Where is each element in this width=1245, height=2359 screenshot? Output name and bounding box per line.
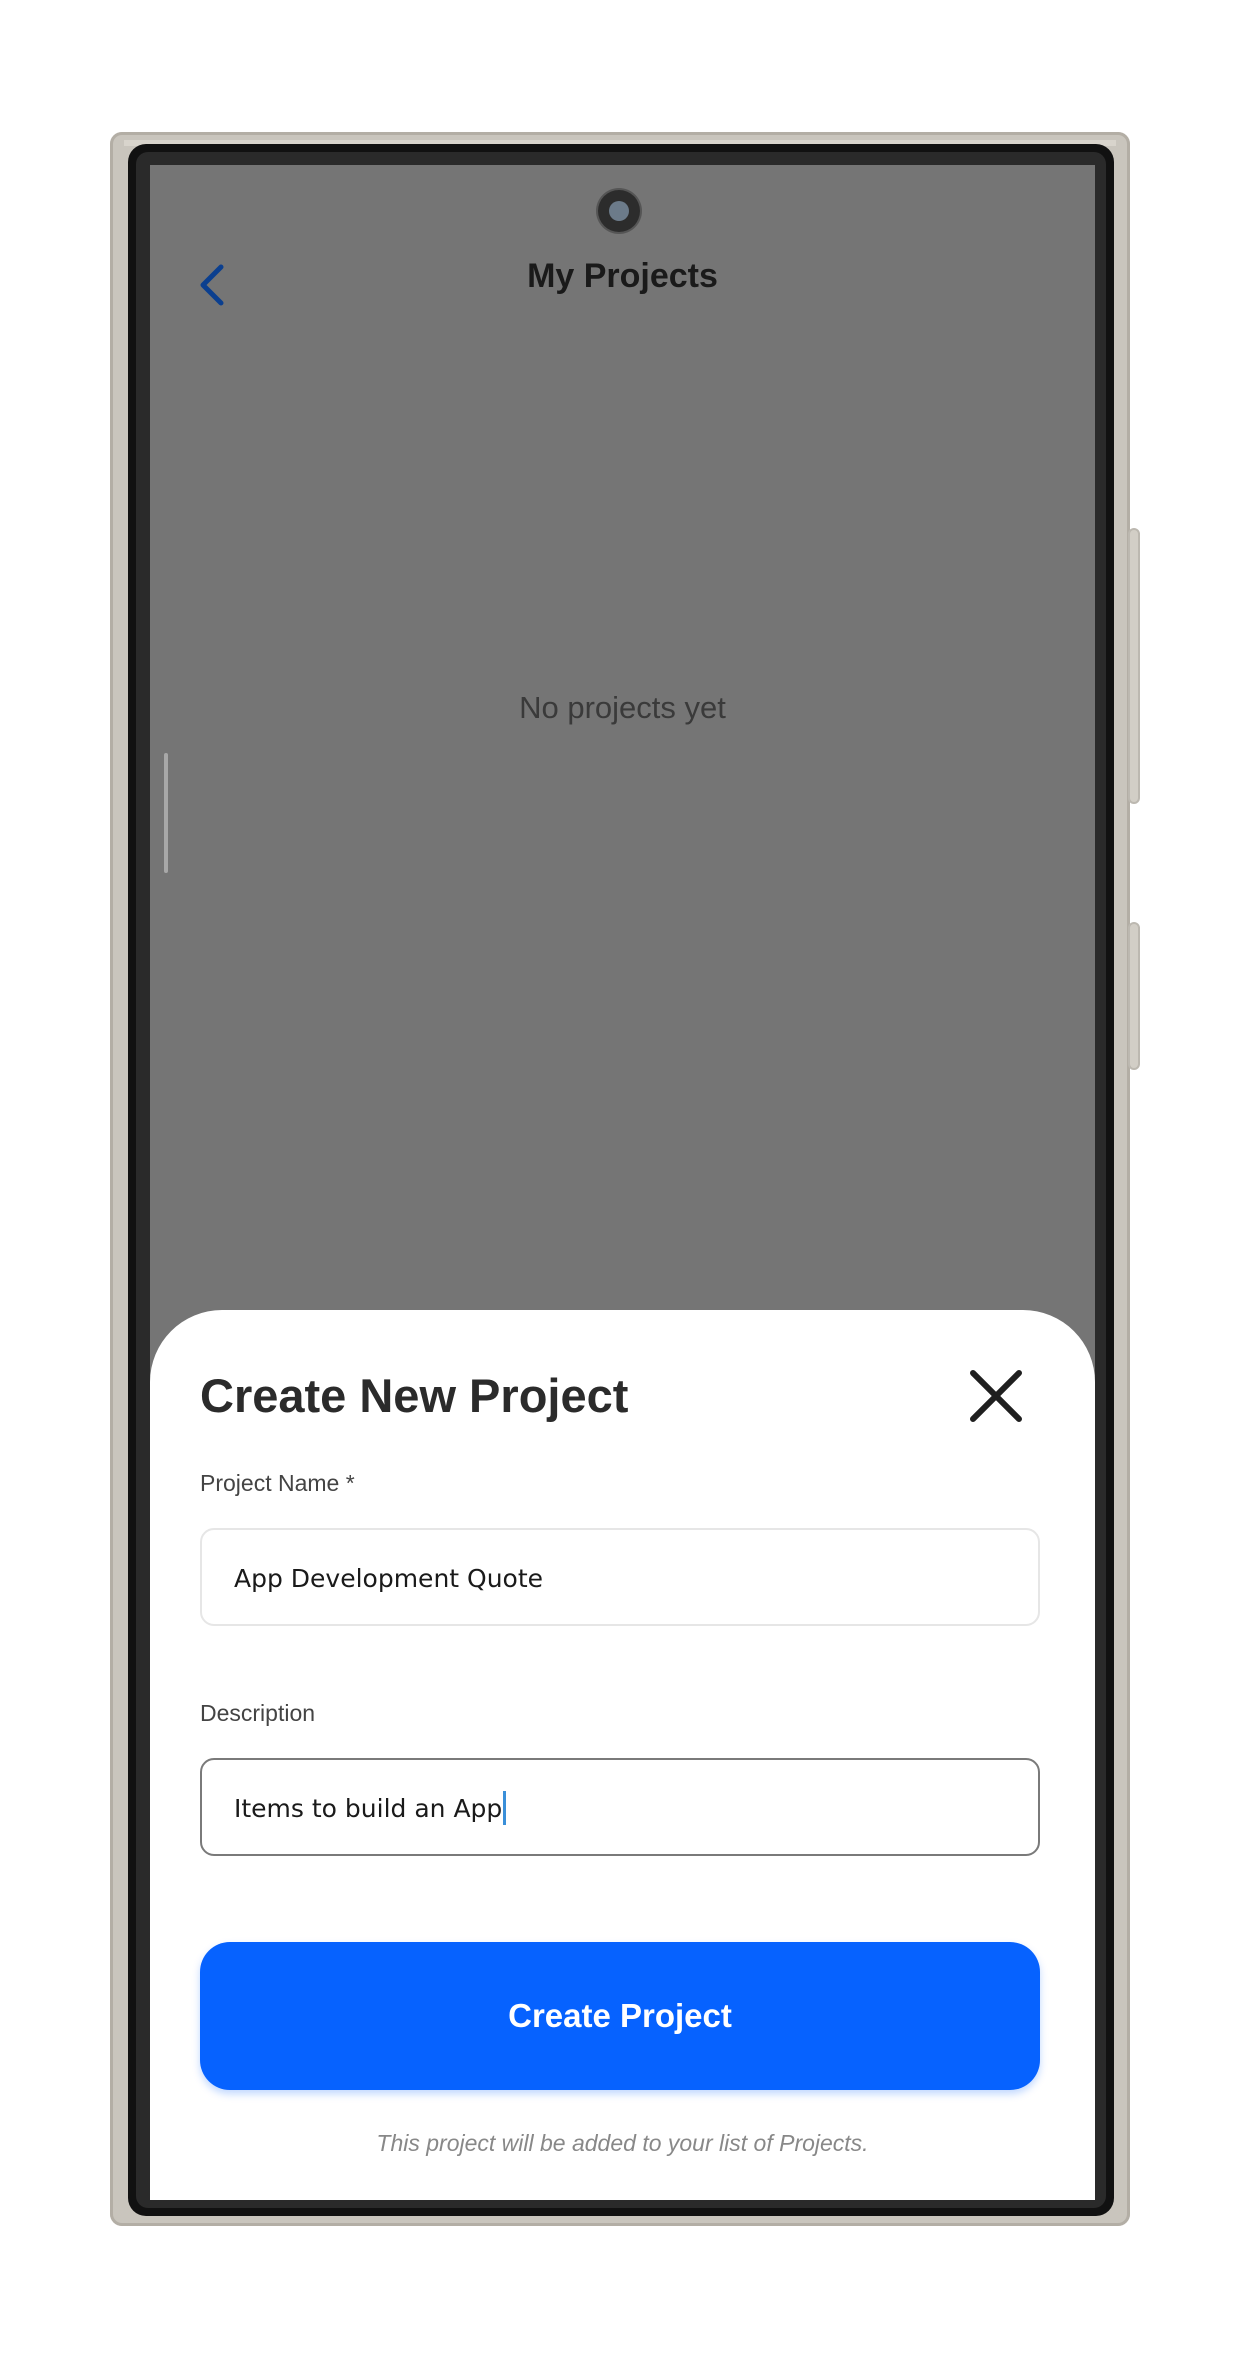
close-icon — [970, 1370, 1022, 1422]
power-button — [1128, 922, 1140, 1070]
sheet-title: Create New Project — [200, 1369, 629, 1422]
device-stage: My Projects No projects yet Create New P… — [0, 0, 1245, 2359]
page-title: My Projects — [527, 257, 718, 295]
scroll-indicator — [164, 753, 168, 873]
footnote: This project will be added to your list … — [376, 2130, 869, 2156]
text-caret — [503, 1791, 507, 1825]
create-project-sheet: Create New Project Project Name * App De… — [150, 1310, 1095, 2200]
description-label: Description — [200, 1700, 316, 1726]
create-project-button[interactable]: Create Project — [200, 1942, 1040, 2090]
front-camera — [598, 190, 640, 232]
close-button[interactable] — [965, 1365, 1027, 1427]
empty-state-message: No projects yet — [519, 690, 726, 725]
phone-screen: My Projects No projects yet Create New P… — [150, 165, 1095, 2200]
project-name-label: Project Name * — [200, 1470, 355, 1496]
project-name-value: App Development Quote — [234, 1564, 544, 1593]
volume-button — [1128, 528, 1140, 804]
description-value: Items to build an App — [234, 1794, 503, 1823]
project-name-input[interactable]: App Development Quote — [200, 1528, 1040, 1626]
description-input[interactable]: Items to build an App — [200, 1758, 1040, 1856]
description-text-wrap: Items to build an App — [234, 1760, 507, 1858]
